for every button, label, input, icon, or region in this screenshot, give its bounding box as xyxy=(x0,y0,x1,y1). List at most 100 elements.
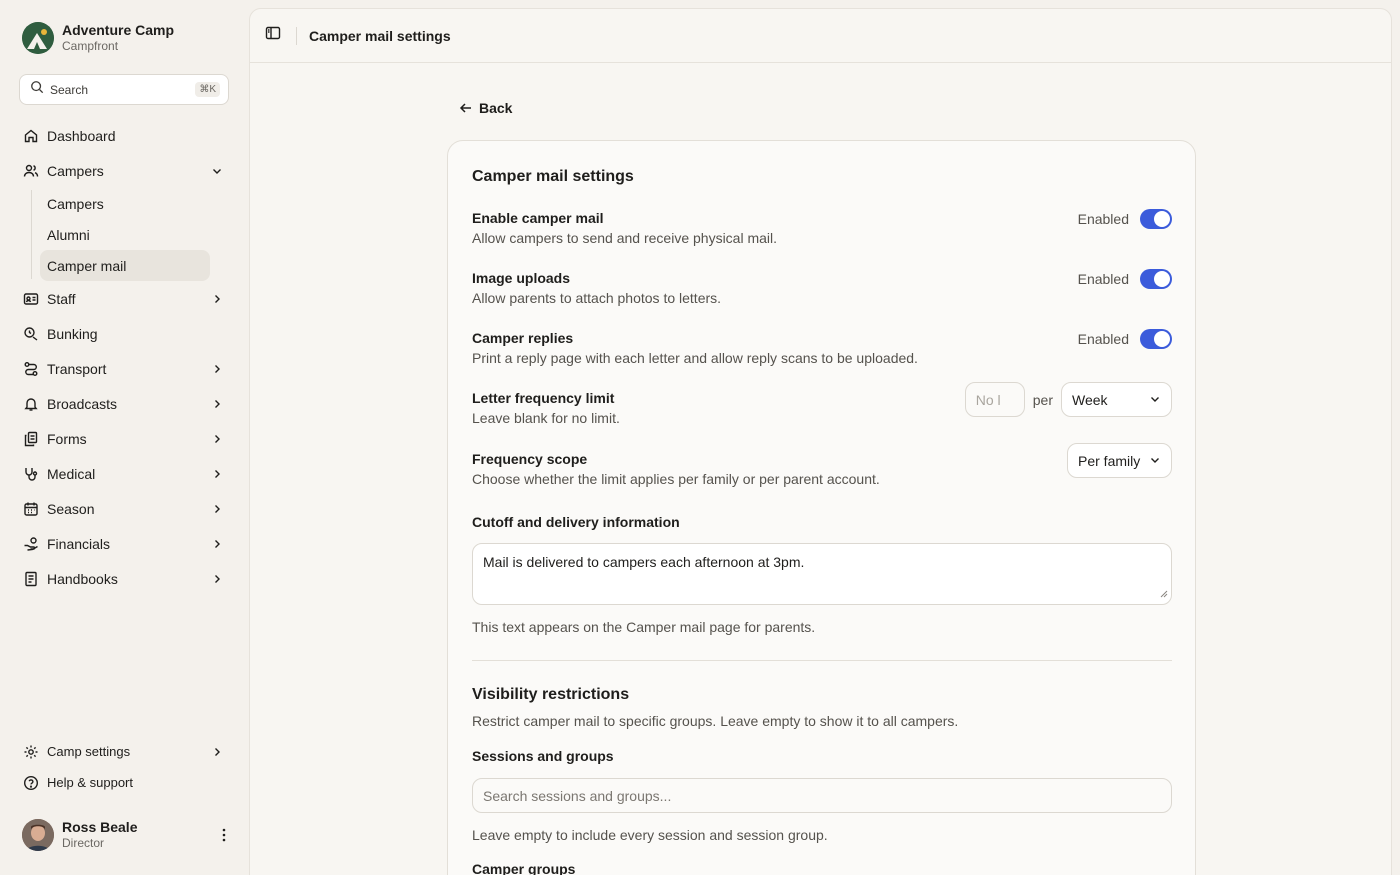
cutoff-textarea[interactable]: Mail is delivered to campers each aftern… xyxy=(472,543,1172,605)
main-nav: Dashboard Campers Campers Alumni Camper … xyxy=(16,118,232,596)
nav-staff-label: Staff xyxy=(47,290,76,307)
arrow-left-icon xyxy=(459,101,473,115)
nav-medical[interactable]: Medical xyxy=(16,456,232,491)
enable-mail-toggle[interactable] xyxy=(1140,209,1172,229)
nav-handbooks-label: Handbooks xyxy=(47,570,118,587)
section-divider xyxy=(472,660,1172,661)
chevron-right-icon xyxy=(210,362,224,376)
chevron-right-icon xyxy=(210,432,224,446)
replies-status: Enabled xyxy=(1077,331,1129,347)
nav-financials[interactable]: Financials xyxy=(16,526,232,561)
enable-mail-row: Enable camper mail Allow campers to send… xyxy=(472,208,1172,248)
nav-help[interactable]: Help & support xyxy=(16,767,232,798)
campers-submenu: Campers Alumni Camper mail xyxy=(16,188,232,281)
user-menu[interactable]: Ross Beale Director xyxy=(22,819,232,851)
users-icon xyxy=(23,163,39,179)
image-uploads-toggle[interactable] xyxy=(1140,269,1172,289)
chevron-down-icon xyxy=(210,164,224,178)
chevron-right-icon xyxy=(210,572,224,586)
sessions-search-input[interactable]: Search sessions and groups... xyxy=(472,778,1172,813)
frequency-scope-select[interactable]: Per family xyxy=(1067,443,1172,478)
nav-campers[interactable]: Campers xyxy=(16,153,232,188)
nav-handbooks[interactable]: Handbooks xyxy=(16,561,232,596)
camper-groups-label: Camper groups xyxy=(472,861,576,875)
chevron-right-icon xyxy=(210,292,224,306)
scope-row: Frequency scope Choose whether the limit… xyxy=(472,443,1172,489)
nav-broadcasts-label: Broadcasts xyxy=(47,395,118,412)
replies-toggle[interactable] xyxy=(1140,329,1172,349)
chevron-right-icon xyxy=(210,745,224,759)
nav-forms-label: Forms xyxy=(47,430,87,447)
nav-help-label: Help & support xyxy=(47,775,133,790)
help-circle-icon xyxy=(23,775,39,791)
camp-logo-icon xyxy=(22,22,54,54)
replies-desc: Print a reply page with each letter and … xyxy=(472,350,918,366)
nav-season[interactable]: Season xyxy=(16,491,232,526)
main-panel: Camper mail settings Back Camper mail se… xyxy=(249,8,1392,875)
nav-campers-label: Campers xyxy=(47,162,104,179)
nav-dashboard-label: Dashboard xyxy=(47,127,116,144)
user-name: Ross Beale xyxy=(62,819,138,835)
resize-handle-icon[interactable] xyxy=(1160,585,1168,601)
nav-sub-alumni[interactable]: Alumni xyxy=(40,219,210,250)
search-input[interactable]: Search ⌘K xyxy=(19,74,229,105)
nav-staff[interactable]: Staff xyxy=(16,281,232,316)
hand-coins-icon xyxy=(23,536,39,552)
nav-bunking[interactable]: Bunking xyxy=(16,316,232,351)
frequency-period-select[interactable]: Week xyxy=(1061,382,1172,417)
visibility-desc: Restrict camper mail to specific groups.… xyxy=(472,713,959,729)
nav-bunking-label: Bunking xyxy=(47,325,98,342)
stethoscope-icon xyxy=(23,466,39,482)
nav-forms[interactable]: Forms xyxy=(16,421,232,456)
chevron-right-icon xyxy=(210,537,224,551)
book-icon xyxy=(23,571,39,587)
frequency-period-value: Week xyxy=(1072,391,1108,408)
frequency-scope-value: Per family xyxy=(1078,452,1141,469)
brand-subtitle: Campfront xyxy=(62,39,119,53)
frequency-row: Letter frequency limit Leave blank for n… xyxy=(472,382,1172,428)
visibility-title: Visibility restrictions xyxy=(472,686,630,703)
settings-card: Camper mail settings Enable camper mail … xyxy=(447,140,1196,875)
sidebar-toggle-icon[interactable] xyxy=(265,25,281,46)
search-shortcut: ⌘K xyxy=(195,82,220,97)
frequency-limit-input[interactable]: No l xyxy=(964,382,1025,417)
back-link[interactable]: Back xyxy=(459,100,512,116)
sessions-label: Sessions and groups xyxy=(472,748,614,764)
secondary-nav: Camp settings Help & support xyxy=(16,736,232,798)
enable-mail-status: Enabled xyxy=(1077,211,1129,227)
nav-financials-label: Financials xyxy=(47,535,111,552)
enable-mail-label: Enable camper mail xyxy=(472,210,604,226)
enable-mail-desc: Allow campers to send and receive physic… xyxy=(472,230,778,246)
sessions-help: Leave empty to include every session and… xyxy=(472,827,828,843)
chevron-down-icon xyxy=(1149,453,1161,469)
per-label: per xyxy=(1032,391,1053,408)
nav-camp-settings-label: Camp settings xyxy=(47,744,131,759)
brand[interactable]: Adventure Camp Campfront xyxy=(22,22,174,54)
chevron-right-icon xyxy=(210,467,224,481)
cutoff-help: This text appears on the Camper mail pag… xyxy=(472,619,816,635)
nav-broadcasts[interactable]: Broadcasts xyxy=(16,386,232,421)
topbar-divider xyxy=(296,26,297,45)
page-title: Camper mail settings xyxy=(309,27,451,44)
bell-icon xyxy=(23,396,39,412)
nav-sub-camper-mail[interactable]: Camper mail xyxy=(40,250,210,281)
topbar: Camper mail settings xyxy=(250,9,1391,63)
image-uploads-desc: Allow parents to attach photos to letter… xyxy=(472,290,722,306)
bunk-icon xyxy=(23,326,39,342)
nav-dashboard[interactable]: Dashboard xyxy=(16,118,232,153)
chevron-right-icon xyxy=(210,397,224,411)
chevron-right-icon xyxy=(210,502,224,516)
nav-transport[interactable]: Transport xyxy=(16,351,232,386)
home-icon xyxy=(23,128,39,144)
nav-camp-settings[interactable]: Camp settings xyxy=(16,736,232,767)
more-vertical-icon[interactable] xyxy=(216,828,232,842)
forms-icon xyxy=(23,431,39,447)
nav-medical-label: Medical xyxy=(47,465,96,482)
cutoff-value: Mail is delivered to campers each aftern… xyxy=(483,554,805,570)
back-label: Back xyxy=(479,100,513,116)
gear-icon xyxy=(23,744,39,760)
avatar xyxy=(22,819,54,851)
nav-transport-label: Transport xyxy=(47,360,107,377)
nav-sub-campers[interactable]: Campers xyxy=(40,188,210,219)
route-icon xyxy=(23,361,39,377)
